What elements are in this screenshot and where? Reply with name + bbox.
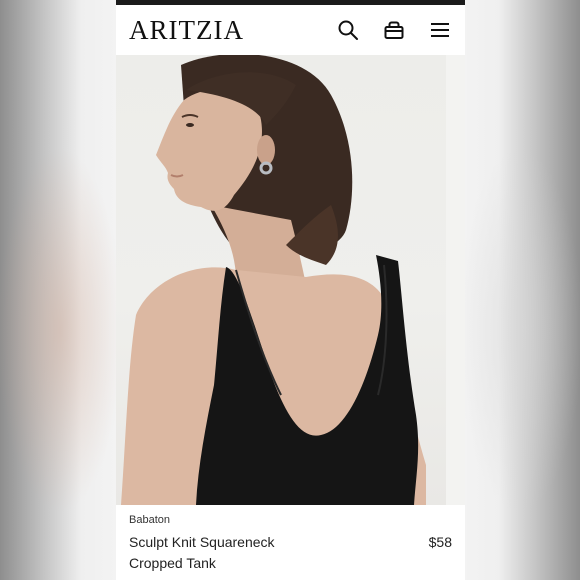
site-header: ARITZIA: [116, 5, 465, 55]
search-icon[interactable]: [336, 18, 360, 42]
product-brand: Babaton: [129, 514, 170, 526]
menu-icon[interactable]: [428, 18, 452, 42]
brand-logo[interactable]: ARITZIA: [129, 16, 244, 44]
header-icons: [336, 18, 452, 42]
product-image[interactable]: [116, 55, 465, 505]
bag-icon[interactable]: [382, 18, 406, 42]
product-info: Babaton Sculpt Knit Squareneck Cropped T…: [129, 514, 452, 574]
product-price: $58: [428, 534, 452, 550]
product-name[interactable]: Sculpt Knit Squareneck Cropped Tank: [129, 532, 329, 574]
phone-screen: ARITZIA Babaton Sculpt Knit Squareneck C…: [116, 0, 465, 580]
product-row: Sculpt Knit Squareneck Cropped Tank $58: [129, 532, 452, 574]
